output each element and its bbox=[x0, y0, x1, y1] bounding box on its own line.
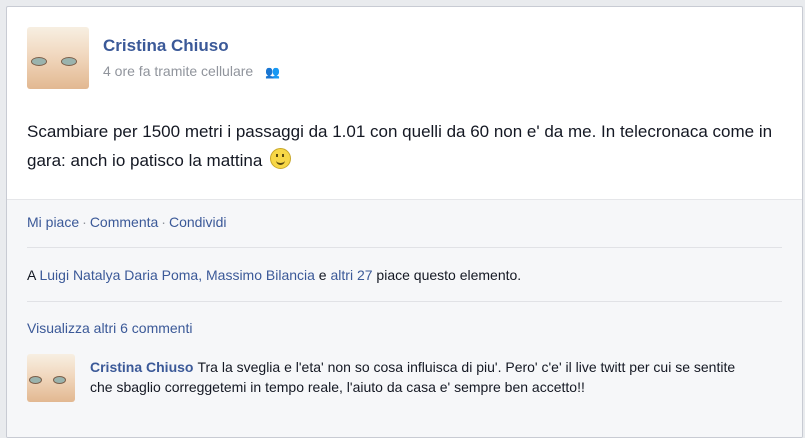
post-meta: 4 ore fa tramite cellulare 👥 bbox=[103, 63, 280, 79]
avatar-eye bbox=[61, 57, 77, 66]
view-more-comments-link[interactable]: Visualizza altri 6 commenti bbox=[27, 320, 192, 336]
likes-conj: e bbox=[314, 267, 331, 283]
post-body: Scambiare per 1500 metri i passaggi da 1… bbox=[27, 122, 773, 170]
avatar-eye bbox=[31, 57, 47, 66]
separator-dot: · bbox=[82, 214, 87, 230]
comment-link[interactable]: Commenta bbox=[90, 214, 158, 230]
post-card: Cristina Chiuso 4 ore fa tramite cellula… bbox=[6, 6, 803, 438]
share-link[interactable]: Condividi bbox=[169, 214, 227, 230]
post-actions: Mi piace · Commenta · Condividi bbox=[27, 214, 227, 230]
separator-dot: · bbox=[161, 214, 166, 230]
divider bbox=[27, 301, 782, 302]
smiley-icon bbox=[270, 148, 292, 169]
likers-link[interactable]: Luigi Natalya Daria Poma, Massimo Bilanc… bbox=[39, 267, 314, 283]
author-name[interactable]: Cristina Chiuso bbox=[103, 36, 229, 56]
comment-author[interactable]: Cristina Chiuso bbox=[90, 359, 193, 375]
avatar-eye bbox=[53, 376, 66, 384]
avatar-eye bbox=[29, 376, 42, 384]
likes-suffix: piace questo elemento. bbox=[372, 267, 522, 283]
likes-summary: A Luigi Natalya Daria Poma, Massimo Bila… bbox=[27, 267, 521, 283]
comment-avatar[interactable] bbox=[27, 354, 75, 402]
divider bbox=[27, 247, 782, 248]
post-text: Scambiare per 1500 metri i passaggi da 1… bbox=[27, 117, 787, 175]
feedback-area bbox=[7, 199, 802, 437]
other-likers-link[interactable]: altri 27 bbox=[331, 267, 373, 283]
like-link[interactable]: Mi piace bbox=[27, 214, 79, 230]
post-time[interactable]: 4 ore fa tramite cellulare bbox=[103, 63, 253, 79]
author-avatar[interactable] bbox=[27, 27, 89, 89]
likes-prefix: A bbox=[27, 267, 40, 283]
friends-icon: 👥 bbox=[265, 65, 281, 79]
comment: Cristina Chiuso Tra la sveglia e l'eta' n… bbox=[90, 357, 750, 397]
